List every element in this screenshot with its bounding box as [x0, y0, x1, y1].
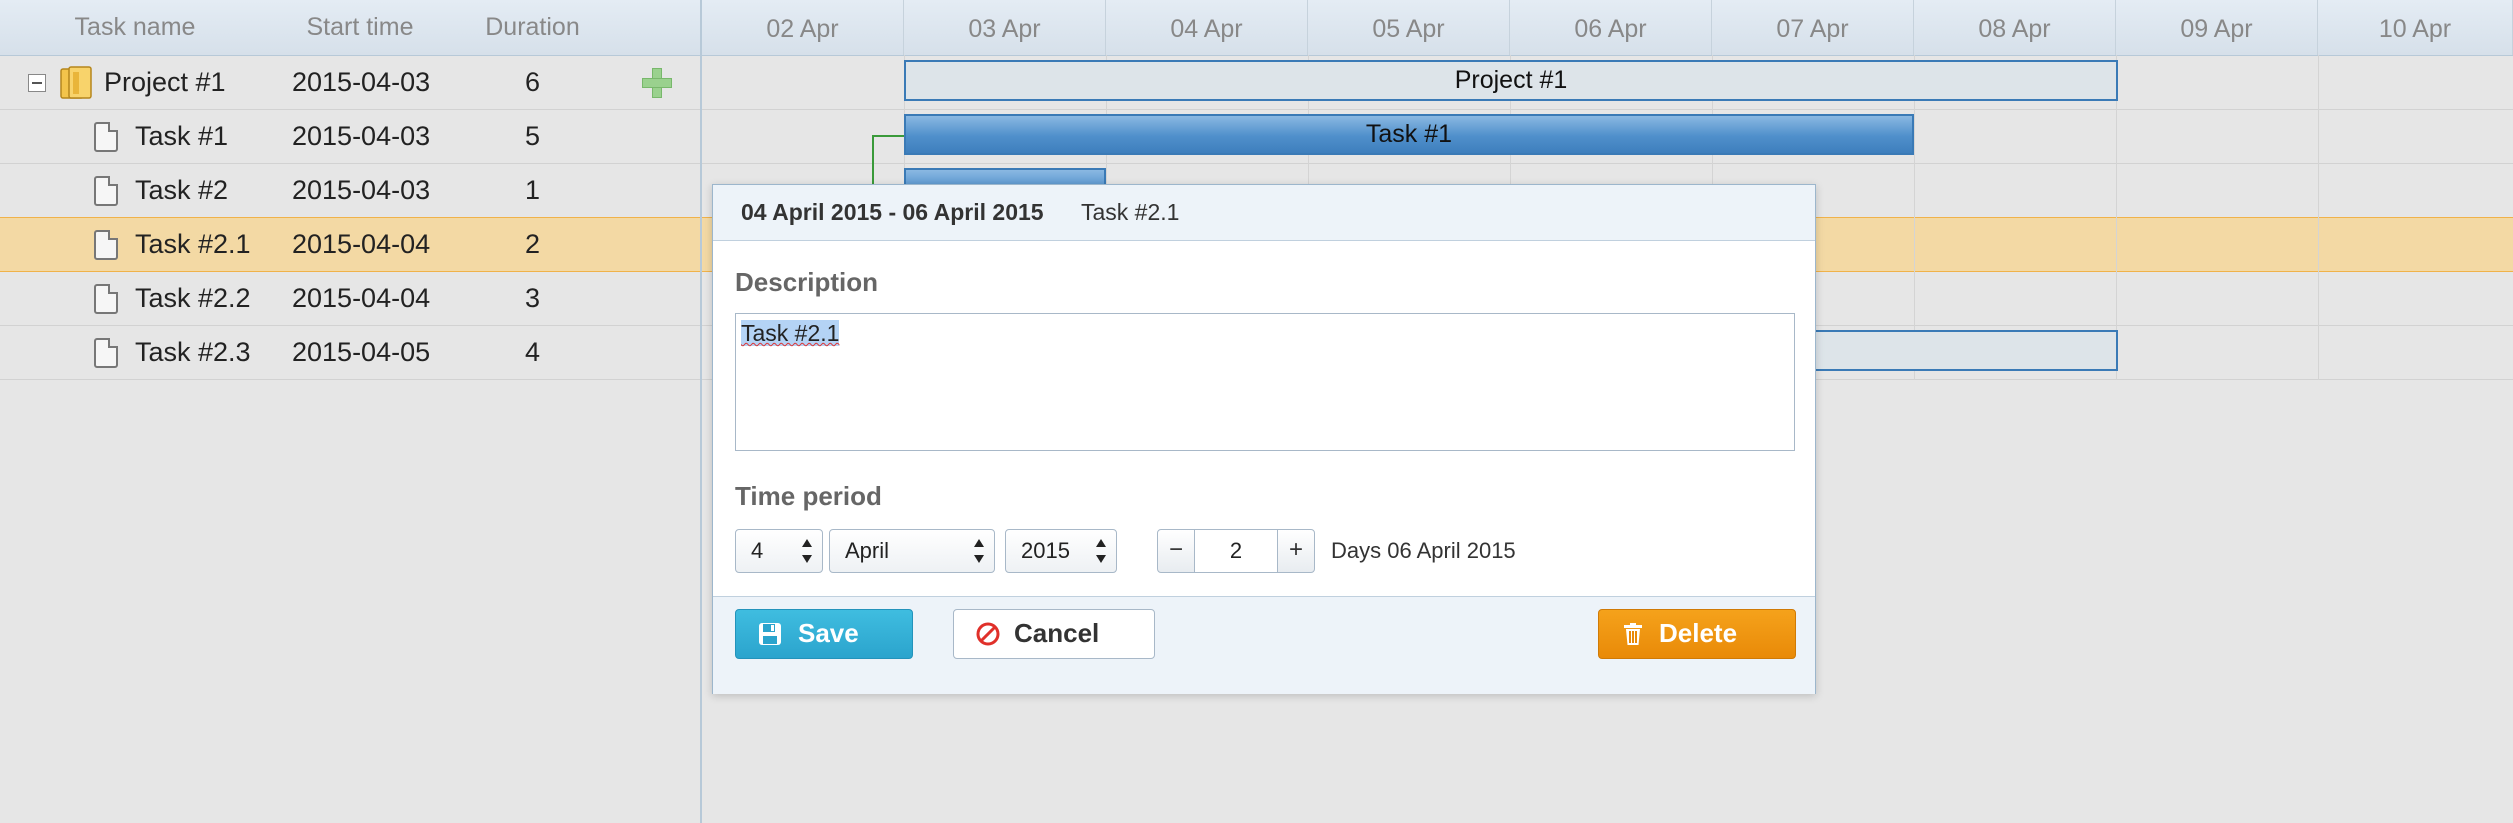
- timeline-scale: 02 Apr 03 Apr 04 Apr 05 Apr 06 Apr 07 Ap…: [702, 0, 2513, 56]
- select-arrows-icon: [974, 539, 984, 563]
- task-name-cell: Task #2.2: [135, 283, 251, 313]
- scale-date: 09 Apr: [2116, 0, 2318, 55]
- start-time-cell: 2015-04-03: [292, 175, 431, 205]
- task-file-icon: [94, 176, 118, 206]
- dialog-date-range: 04 April 2015 - 06 April 2015: [741, 199, 1044, 225]
- scale-date: 03 Apr: [904, 0, 1106, 55]
- dialog-footer: Save Cancel Delete: [713, 596, 1815, 694]
- duration-cell: 2: [525, 229, 541, 259]
- start-time-cell: 2015-04-04: [292, 283, 431, 313]
- scale-date: 05 Apr: [1308, 0, 1510, 55]
- month-select[interactable]: April: [829, 529, 995, 573]
- duration-decrement-button[interactable]: −: [1157, 529, 1195, 573]
- grid-row-task-1[interactable]: Task #1 2015-04-03 5: [0, 110, 700, 164]
- month-select-value: April: [845, 538, 890, 563]
- cancel-button[interactable]: Cancel: [953, 609, 1155, 659]
- add-task-icon[interactable]: [640, 66, 674, 100]
- task-name-cell: Task #1: [135, 121, 229, 151]
- task-name-cell: Task #2.1: [135, 229, 251, 259]
- start-time-cell: 2015-04-04: [292, 229, 431, 259]
- start-time-cell: 2015-04-05: [292, 337, 431, 367]
- task-file-icon: [94, 338, 118, 368]
- scale-date: 06 Apr: [1510, 0, 1712, 55]
- grid-row-task-2-2[interactable]: Task #2.2 2015-04-04 3: [0, 272, 700, 326]
- task-name-cell: Project #1: [104, 67, 226, 97]
- task-grid: Task name Start time Duration Project #1…: [0, 0, 702, 823]
- column-header-task-name[interactable]: Task name: [35, 0, 235, 55]
- grid-row-project-1[interactable]: Project #1 2015-04-03 6: [0, 56, 700, 110]
- scale-date: 08 Apr: [1914, 0, 2116, 55]
- collapse-toggle-icon[interactable]: [28, 74, 46, 92]
- duration-cell: 3: [525, 283, 541, 313]
- description-label: Description: [735, 267, 879, 297]
- dependency-link[interactable]: [872, 135, 906, 137]
- year-select-value: 2015: [1021, 538, 1070, 563]
- start-time-cell: 2015-04-03: [292, 121, 431, 151]
- scale-date: 10 Apr: [2318, 0, 2513, 55]
- save-button-label: Save: [798, 618, 859, 648]
- task-file-icon: [94, 230, 118, 260]
- year-select[interactable]: 2015: [1005, 529, 1117, 573]
- task-name-cell: Task #2.3: [135, 337, 251, 367]
- task-edit-dialog: 04 April 2015 - 06 April 2015 Task #2.1 …: [712, 184, 1816, 694]
- delete-button[interactable]: Delete: [1598, 609, 1796, 659]
- delete-button-label: Delete: [1659, 618, 1738, 648]
- grid-row-task-2-1[interactable]: Task #2.1 2015-04-04 2: [0, 217, 700, 272]
- duration-cell: 5: [525, 121, 541, 151]
- scale-date: 07 Apr: [1712, 0, 1914, 55]
- time-period-label: Time period: [735, 481, 882, 511]
- grid-header: Task name Start time Duration: [0, 0, 700, 56]
- task-bar-task-1[interactable]: Task #1: [904, 114, 1914, 155]
- description-text: Task #2.1: [741, 320, 840, 346]
- duration-increment-button[interactable]: +: [1277, 529, 1315, 573]
- duration-cell: 1: [525, 175, 541, 205]
- dialog-header[interactable]: 04 April 2015 - 06 April 2015 Task #2.1: [713, 185, 1815, 241]
- column-header-duration[interactable]: Duration: [470, 0, 595, 55]
- scale-date: 04 Apr: [1106, 0, 1308, 55]
- grid-row-task-2-3[interactable]: Task #2.3 2015-04-05 4: [0, 326, 700, 380]
- day-gridline: [2318, 55, 2319, 380]
- folder-icon: [60, 66, 92, 99]
- task-file-icon: [94, 284, 118, 314]
- cancel-icon: [976, 622, 1000, 646]
- duration-cell: 4: [525, 337, 541, 367]
- column-header-start-time[interactable]: Start time: [280, 0, 440, 55]
- duration-end-date-label: Days 06 April 2015: [1331, 538, 1516, 563]
- dialog-task-title: Task #2.1: [1081, 199, 1180, 225]
- day-select-value: 4: [751, 538, 764, 563]
- day-select[interactable]: 4: [735, 529, 823, 573]
- cancel-button-label: Cancel: [1014, 618, 1100, 648]
- floppy-disk-icon: [759, 623, 781, 645]
- task-name-cell: Task #2: [135, 175, 229, 205]
- select-arrows-icon: [1096, 539, 1106, 563]
- grid-row-task-2[interactable]: Task #2 2015-04-03 1: [0, 164, 700, 218]
- select-arrows-icon: [802, 539, 812, 563]
- scale-date: 02 Apr: [702, 0, 904, 55]
- start-time-cell: 2015-04-03: [292, 67, 431, 97]
- duration-cell: 6: [525, 67, 541, 97]
- task-file-icon: [94, 122, 118, 152]
- project-bar[interactable]: Project #1: [904, 60, 2118, 101]
- dependency-link[interactable]: [872, 135, 874, 185]
- trash-icon: [1624, 623, 1642, 645]
- save-button[interactable]: Save: [735, 609, 913, 659]
- duration-input[interactable]: 2: [1195, 529, 1277, 573]
- description-textarea[interactable]: Task #2.1: [735, 313, 1795, 451]
